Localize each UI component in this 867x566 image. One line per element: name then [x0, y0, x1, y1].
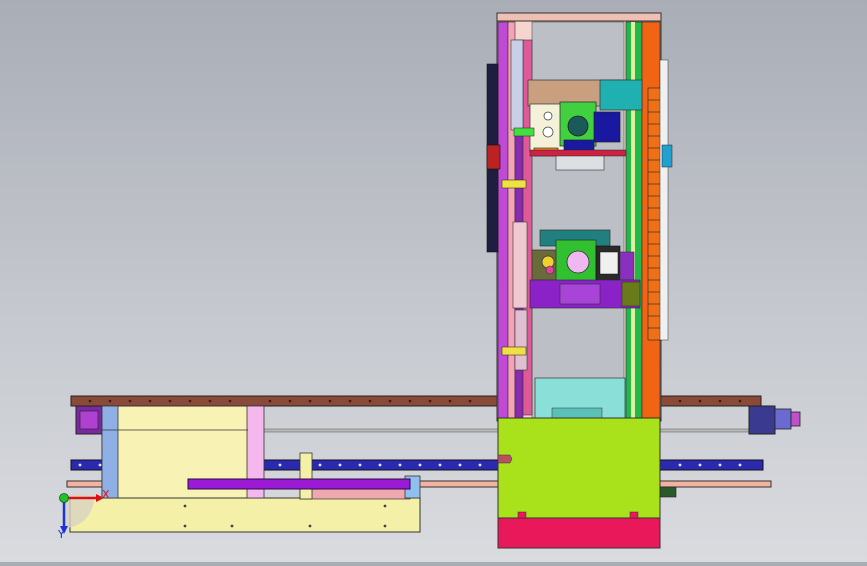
- triad-origin: [59, 493, 69, 503]
- y-axis-label: Y: [58, 528, 65, 541]
- vertical-tower: [486, 12, 673, 549]
- horizontal-axis-assembly: [66, 395, 801, 533]
- carriage-green: [497, 417, 661, 519]
- carriage-red: [497, 517, 661, 549]
- assembly-drawing[interactable]: [0, 0, 867, 562]
- x-axis-label: X: [102, 488, 110, 501]
- base-plate: [69, 497, 421, 533]
- left-column-purple: [497, 21, 509, 423]
- cylinder-rod: [187, 478, 411, 490]
- right-end-block: [748, 405, 776, 435]
- cad-viewport[interactable]: X Y: [0, 0, 867, 562]
